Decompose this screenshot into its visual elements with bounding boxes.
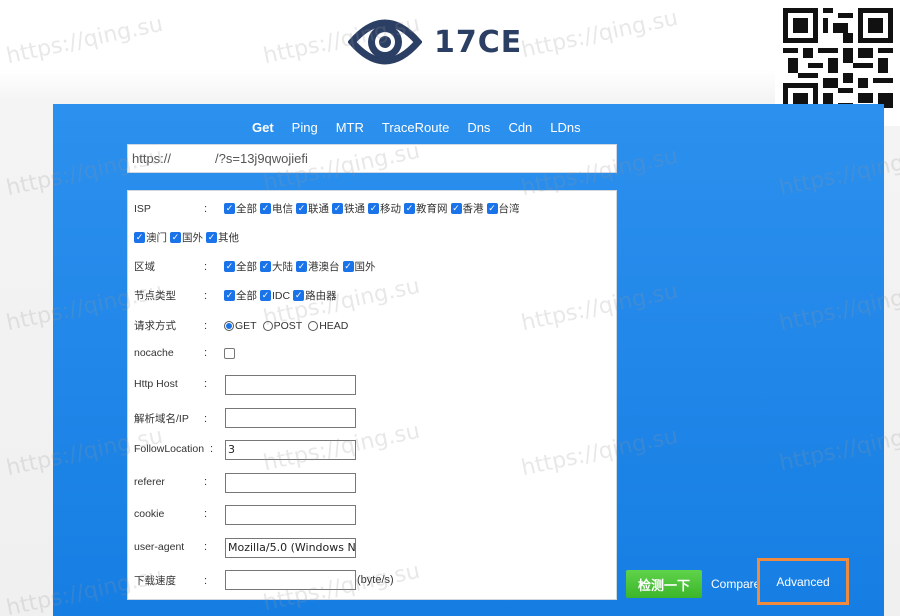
cookie-label: cookie xyxy=(134,508,165,520)
method-post-radio[interactable]: POST xyxy=(262,320,302,332)
tool-tabs: Get Ping MTR TraceRoute Dns Cdn LDns xyxy=(252,120,599,135)
tab-ping[interactable]: Ping xyxy=(292,120,318,135)
follow-row: FollowLocation : xyxy=(134,443,214,455)
isp-unicom-checkbox[interactable]: ✓ 联通 xyxy=(296,201,329,216)
isp-mobile-checkbox[interactable]: ✓ 移动 xyxy=(368,201,401,216)
method-label: 请求方式 xyxy=(134,320,176,332)
cookie-row: cookie : xyxy=(134,508,208,520)
nocache-label: nocache xyxy=(134,347,174,359)
region-hmt-checkbox[interactable]: ✓ 港澳台 xyxy=(296,259,340,274)
http-host-row: Http Host : xyxy=(134,378,208,390)
isp-other-checkbox[interactable]: ✓ 其他 xyxy=(206,230,239,245)
url-input[interactable]: https:// /?s=13j9qwojiefi xyxy=(127,144,617,173)
tab-get[interactable]: Get xyxy=(252,120,274,135)
speed-input[interactable] xyxy=(225,570,356,590)
nocache-checkbox[interactable] xyxy=(224,347,236,359)
watermark-text: https://qing.su xyxy=(4,11,166,70)
node-type-row: 节点类型 : ✓ 全部 ✓ IDC ✓ 路由器 xyxy=(134,288,337,303)
user-agent-input[interactable]: Mozilla/5.0 (Windows NT 10 xyxy=(225,538,356,558)
follow-input[interactable]: 3 xyxy=(225,440,356,460)
node-type-label: 节点类型 xyxy=(134,290,176,302)
logo-text: 17CE xyxy=(434,24,523,60)
isp-taiwan-checkbox[interactable]: ✓ 台湾 xyxy=(486,201,520,216)
isp-all-checkbox[interactable]: ✓ 全部 xyxy=(224,201,257,216)
speed-label: 下载速度 xyxy=(134,575,176,587)
qr-code-icon xyxy=(783,8,893,118)
follow-label: FollowLocation xyxy=(134,443,205,455)
tab-dns[interactable]: Dns xyxy=(467,120,490,135)
tab-ldns[interactable]: LDns xyxy=(550,120,580,135)
isp-hongkong-checkbox[interactable]: ✓ 香港 xyxy=(450,201,484,216)
isp-macau-checkbox[interactable]: ✓ 澳门 xyxy=(134,230,167,245)
node-idc-checkbox[interactable]: ✓ IDC xyxy=(260,290,290,302)
http-host-input[interactable] xyxy=(225,375,356,395)
run-test-button[interactable]: 检测一下 xyxy=(626,570,702,598)
user-agent-row: user-agent : xyxy=(134,541,208,553)
region-label: 区域 xyxy=(134,261,155,273)
url-prefix: https:// xyxy=(132,151,172,166)
method-get-radio[interactable]: GET xyxy=(224,320,257,332)
region-mainland-checkbox[interactable]: ✓ 大陆 xyxy=(260,259,293,274)
watermark-text: https://qing.su xyxy=(519,5,681,64)
node-all-checkbox[interactable]: ✓ 全部 xyxy=(224,288,257,303)
isp-label: ISP xyxy=(134,202,151,215)
speed-row: 下载速度 : xyxy=(134,574,208,588)
referer-input[interactable] xyxy=(225,473,356,493)
method-head-radio[interactable]: HEAD xyxy=(308,320,348,332)
resolve-label: 解析域名/IP xyxy=(134,413,189,425)
speed-unit: (byte/s) xyxy=(357,574,394,586)
advanced-link[interactable]: Advanced xyxy=(757,558,849,605)
isp-row: ISP : ✓ 全部 ✓ 电信 ✓ 联通 ✓ 铁通 ✓ 移动 ✓ 教育网 ✓ 香港 ✓ 台湾 xyxy=(134,201,520,216)
http-host-label: Http Host xyxy=(134,378,178,390)
isp-tietong-checkbox[interactable]: ✓ 铁通 xyxy=(332,201,365,216)
url-path: /?s=13j9qwojiefi xyxy=(215,151,308,166)
region-foreign-checkbox[interactable]: ✓ 国外 xyxy=(342,259,376,274)
options-form xyxy=(127,190,617,600)
nocache-row: nocache : xyxy=(134,347,239,359)
cookie-input[interactable] xyxy=(225,505,356,525)
resolve-input[interactable] xyxy=(225,408,356,428)
tab-mtr[interactable]: MTR xyxy=(336,120,364,135)
isp-foreign-checkbox[interactable]: ✓ 国外 xyxy=(170,230,203,245)
referer-label: referer xyxy=(134,476,165,488)
node-router-checkbox[interactable]: ✓ 路由器 xyxy=(293,288,337,303)
method-row: 请求方式 : GET POST HEAD xyxy=(134,319,349,333)
region-all-checkbox[interactable]: ✓ 全部 xyxy=(224,259,257,274)
site-logo[interactable]: 17CE xyxy=(348,6,522,78)
isp-row-2: ✓ 澳门 ✓ 国外 ✓ 其他 xyxy=(134,230,242,245)
eye-logo-icon xyxy=(348,19,422,65)
resolve-row: 解析域名/IP : xyxy=(134,412,208,426)
compare-link[interactable]: Compare xyxy=(711,577,760,591)
isp-edu-checkbox[interactable]: ✓ 教育网 xyxy=(404,201,448,216)
referer-row: referer : xyxy=(134,476,208,488)
region-row: 区域 : ✓ 全部 ✓ 大陆 ✓ 港澳台 ✓ 国外 xyxy=(134,259,376,274)
isp-telecom-checkbox[interactable]: ✓ 电信 xyxy=(260,201,293,216)
user-agent-label: user-agent xyxy=(134,541,185,553)
tab-cdn[interactable]: Cdn xyxy=(508,120,532,135)
tab-traceroute[interactable]: TraceRoute xyxy=(382,120,449,135)
